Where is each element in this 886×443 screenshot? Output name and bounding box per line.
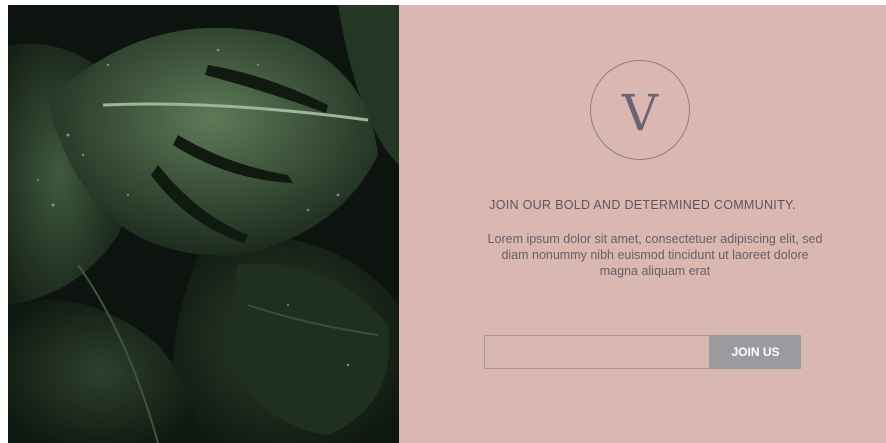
leaf-photo bbox=[8, 5, 399, 443]
signup-panel: V JOIN OUR BOLD AND DETERMINED COMMUNITY… bbox=[399, 5, 886, 443]
modal-frame: V JOIN OUR BOLD AND DETERMINED COMMUNITY… bbox=[0, 0, 886, 443]
headline: JOIN OUR BOLD AND DETERMINED COMMUNITY. bbox=[489, 198, 796, 212]
monstera-leaves-image bbox=[8, 5, 399, 443]
signup-form: JOIN US bbox=[484, 335, 801, 369]
join-us-button[interactable]: JOIN US bbox=[710, 335, 801, 369]
monogram-letter: V bbox=[621, 84, 659, 142]
brand-monogram: V bbox=[590, 60, 690, 160]
email-input[interactable] bbox=[484, 335, 710, 369]
body-text: Lorem ipsum dolor sit amet, consectetuer… bbox=[487, 232, 823, 278]
